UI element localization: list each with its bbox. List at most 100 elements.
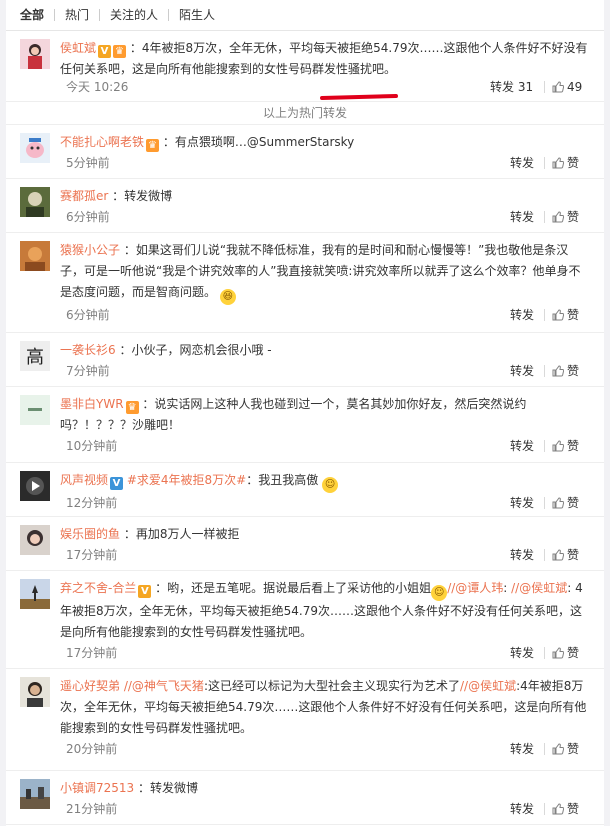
- avatar[interactable]: [20, 395, 50, 425]
- repost-text: ：4年被拒8万次，全年无休，平均每天被拒绝54.79次……这跟他个人条件好不好没…: [60, 41, 588, 76]
- avatar[interactable]: [20, 525, 50, 555]
- tab-hot[interactable]: 热门: [54, 9, 99, 21]
- timestamp: 17分钟前: [66, 646, 118, 660]
- tab-all[interactable]: 全部: [20, 9, 54, 21]
- verified-badge-icon: V: [110, 477, 124, 490]
- mention-link[interactable]: //@侯虹斌: [511, 581, 567, 595]
- divider: [544, 157, 545, 169]
- list-item: 不能扎心啊老铁 ♛ ：有点猥琐啊…@SummerStarsky 5分钟前 转发 赞: [6, 125, 604, 179]
- forward-button[interactable]: 转发: [510, 153, 534, 173]
- like-button[interactable]: 赞: [552, 493, 579, 513]
- forward-button[interactable]: 转发: [510, 493, 534, 513]
- forward-button[interactable]: 转发: [510, 739, 534, 759]
- forward-button[interactable]: 转发: [510, 305, 534, 325]
- thumbs-up-icon: [552, 497, 564, 509]
- vip-icon: ♛: [146, 139, 160, 152]
- list-item: 高 一袭长衫6 ：小伙子，网恋机会很小哦 - 7分钟前 转发 赞: [6, 333, 604, 387]
- thumbs-up-icon: [552, 803, 564, 815]
- username[interactable]: 赛都孤er: [60, 189, 108, 203]
- like-button[interactable]: 49: [552, 77, 582, 97]
- username[interactable]: 遥心好契弟: [60, 679, 120, 693]
- mention-link[interactable]: //@谭人玮: [447, 581, 503, 595]
- smile-emoji-icon: ☺: [322, 477, 339, 493]
- forward-button[interactable]: 转发: [510, 545, 534, 565]
- avatar[interactable]: [20, 39, 50, 69]
- vip-icon: ♛: [113, 45, 127, 58]
- username[interactable]: 娱乐圈的鱼: [60, 527, 120, 541]
- list-item: 小镇调72513 ：转发微博 21分钟前 转发 赞: [6, 771, 604, 825]
- verified-badge-icon: V: [138, 585, 152, 598]
- list-item: 赛都孤er ：转发微博 6分钟前 转发 赞: [6, 179, 604, 233]
- laugh-emoji-icon: 😆: [219, 289, 236, 305]
- like-button[interactable]: 赞: [552, 361, 579, 381]
- repost-text: ：我丑我高傲: [246, 473, 319, 487]
- username[interactable]: 猿猴小公子: [60, 243, 120, 257]
- repost-text: ：转发微博: [112, 189, 173, 203]
- avatar[interactable]: [20, 471, 50, 501]
- list-item: 猿猴小公子 ：如果这哥们儿说“我就不降低标准，我有的是时间和耐心慢慢等！”我也敬…: [6, 233, 604, 333]
- forward-button[interactable]: 转发: [510, 207, 534, 227]
- tab-strangers[interactable]: 陌生人: [168, 9, 225, 21]
- avatar[interactable]: [20, 677, 50, 707]
- divider: [544, 365, 545, 377]
- forward-button[interactable]: 转发: [510, 436, 534, 456]
- avatar[interactable]: [20, 579, 50, 609]
- mention-link[interactable]: //@神气飞天猪: [124, 679, 204, 693]
- thumbs-up-icon: [552, 365, 564, 377]
- forward-button[interactable]: 转发: [510, 361, 534, 381]
- divider: [544, 647, 545, 659]
- list-item: 墨非白YWR ♛ ：说实话网上这种人我也碰到过一个，莫名其妙加你好友，然后突然说约…: [6, 387, 604, 463]
- filter-tabs: 全部 热门 关注的人 陌生人: [6, 0, 604, 31]
- username[interactable]: 一袭长衫6: [60, 343, 116, 357]
- timestamp: 5分钟前: [66, 156, 110, 170]
- like-button[interactable]: 赞: [552, 545, 579, 565]
- username[interactable]: 墨非白YWR: [60, 397, 124, 411]
- username[interactable]: 小镇调72513: [60, 781, 134, 795]
- divider: [544, 743, 545, 755]
- thumbs-up-icon: [552, 440, 564, 452]
- vip-icon: ♛: [125, 401, 139, 414]
- avatar[interactable]: [20, 187, 50, 217]
- thumbs-up-icon: [552, 309, 564, 321]
- timestamp: 17分钟前: [66, 548, 118, 562]
- avatar[interactable]: [20, 241, 50, 271]
- like-count: 49: [567, 80, 583, 94]
- repost-panel: 全部 热门 关注的人 陌生人 侯虹斌 V ♛ ：4年被拒8万次，全年无休，平均每天被…: [6, 0, 604, 826]
- timestamp: 今天 10:26: [66, 80, 129, 94]
- tab-following[interactable]: 关注的人: [99, 9, 168, 21]
- like-button[interactable]: 赞: [552, 436, 579, 456]
- forward-button[interactable]: 转发: [510, 799, 534, 819]
- like-button[interactable]: 赞: [552, 799, 579, 819]
- like-button[interactable]: 赞: [552, 305, 579, 325]
- list-item: 侯虹斌 V ♛ ：4年被拒8万次，全年无休，平均每天被拒绝54.79次……这跟他个人…: [6, 31, 604, 102]
- like-button[interactable]: 赞: [552, 153, 579, 173]
- username[interactable]: 侯虹斌: [60, 41, 96, 55]
- username[interactable]: 风声视频: [60, 473, 108, 487]
- divider: [544, 803, 545, 815]
- repost-text: ：有点猥琐啊…@SummerStarsky: [162, 135, 355, 149]
- topic-link[interactable]: #求爱4年被拒8万次#: [127, 473, 246, 487]
- avatar[interactable]: 高: [20, 341, 50, 371]
- list-item: 风声视频 V #求爱4年被拒8万次#：我丑我高傲 ☺ 12分钟前 转发 赞: [6, 463, 604, 517]
- divider: [544, 549, 545, 561]
- list-item: 娱乐圈的鱼 ：再加8万人一样被拒 17分钟前 转发 赞: [6, 517, 604, 571]
- avatar[interactable]: [20, 779, 50, 809]
- divider: [544, 440, 545, 452]
- forward-button[interactable]: 转发 31: [490, 77, 533, 97]
- timestamp: 10分钟前: [66, 439, 118, 453]
- like-button[interactable]: 赞: [552, 739, 579, 759]
- mention-link[interactable]: //@侯虹斌: [460, 679, 516, 693]
- avatar[interactable]: [20, 133, 50, 163]
- repost-text: ：再加8万人一样被拒: [123, 527, 240, 541]
- repost-text: ：转发微博: [138, 781, 199, 795]
- list-item: 遥心好契弟 //@神气飞天猪:这已经可以标记为大型社会主义现实行为艺术了//@侯…: [6, 669, 604, 771]
- like-button[interactable]: 赞: [552, 643, 579, 663]
- thumbs-up-icon: [552, 81, 564, 93]
- verified-badge-icon: V: [98, 45, 112, 58]
- forward-button[interactable]: 转发: [510, 643, 534, 663]
- username[interactable]: 弃之不舍-合兰: [60, 581, 136, 595]
- like-button[interactable]: 赞: [552, 207, 579, 227]
- username[interactable]: 不能扎心啊老铁: [60, 135, 144, 149]
- thumbs-up-icon: [552, 549, 564, 561]
- repost-text: ：小伙子，网恋机会很小哦 -: [119, 343, 272, 357]
